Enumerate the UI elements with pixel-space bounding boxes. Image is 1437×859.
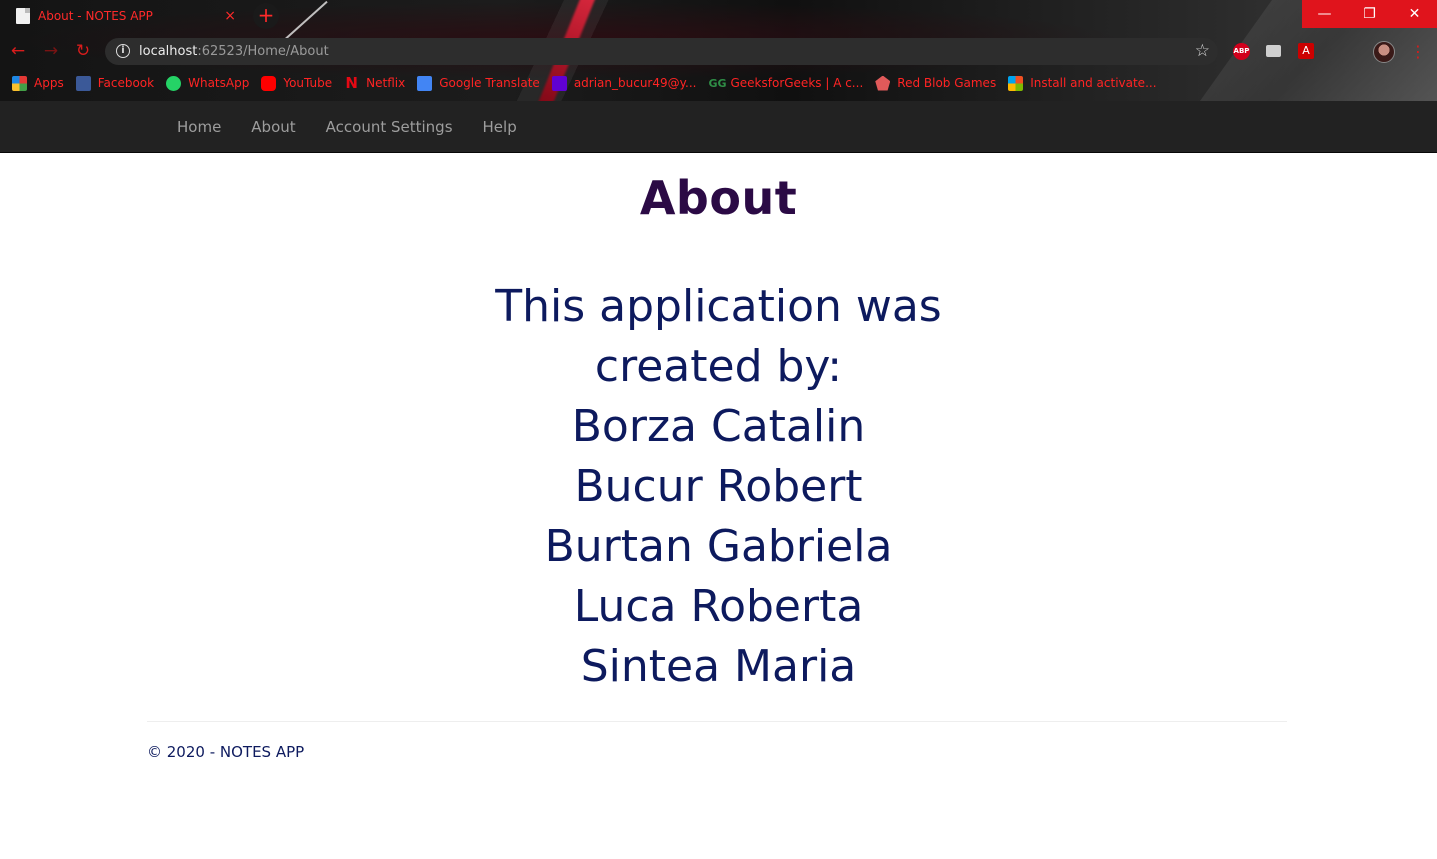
author-name: Borza Catalin bbox=[571, 401, 866, 452]
tab-title: About - NOTES APP bbox=[38, 9, 153, 23]
minimize-button[interactable]: — bbox=[1302, 0, 1347, 28]
bookmark-label: Red Blob Games bbox=[897, 76, 997, 90]
credits-line: This application was bbox=[495, 281, 942, 332]
credits-text: This application was created by: Borza C… bbox=[0, 277, 1437, 697]
bookmark-star-icon[interactable]: ☆ bbox=[1195, 41, 1210, 61]
facebook-icon bbox=[75, 75, 91, 91]
pdf-extension-icon[interactable]: A bbox=[1298, 43, 1314, 59]
close-window-button[interactable]: ✕ bbox=[1392, 0, 1437, 28]
google-translate-icon bbox=[417, 75, 433, 91]
bookmark-netflix[interactable]: N Netflix bbox=[344, 73, 406, 92]
bookmark-label: adrian_bucur49@y... bbox=[573, 76, 697, 90]
yahoo-mail-icon bbox=[551, 75, 567, 91]
page-icon bbox=[16, 8, 30, 24]
bookmark-apps[interactable]: Apps bbox=[12, 75, 64, 91]
bookmark-google-translate[interactable]: Google Translate bbox=[417, 75, 540, 91]
reload-icon[interactable]: ↻ bbox=[73, 41, 93, 61]
profile-avatar[interactable] bbox=[1373, 41, 1395, 63]
bookmark-install-activate[interactable]: Install and activate... bbox=[1008, 75, 1157, 91]
tab-close-icon[interactable]: × bbox=[224, 8, 236, 24]
bookmark-label: Netflix bbox=[366, 76, 406, 90]
site-info-icon[interactable]: i bbox=[116, 44, 130, 58]
back-arrow-icon[interactable]: ← bbox=[8, 41, 28, 61]
nav-home[interactable]: Home bbox=[162, 101, 236, 153]
printer-icon[interactable] bbox=[1266, 45, 1281, 57]
microsoft-icon bbox=[1008, 75, 1024, 91]
bookmark-whatsapp[interactable]: WhatsApp bbox=[166, 75, 250, 91]
footer-text: © 2020 - NOTES APP bbox=[147, 743, 305, 761]
author-name: Bucur Robert bbox=[574, 461, 863, 512]
nav-help[interactable]: Help bbox=[468, 101, 532, 153]
browser-menu-icon[interactable]: ⋮ bbox=[1410, 42, 1426, 61]
youtube-icon bbox=[261, 75, 277, 91]
nav-about[interactable]: About bbox=[236, 101, 310, 153]
bookmark-geeksforgeeks[interactable]: GG GeeksforGeeks | A c... bbox=[708, 76, 863, 91]
footer-divider bbox=[147, 721, 1287, 722]
url-path: :62523/Home/About bbox=[197, 44, 329, 59]
url-host: localhost bbox=[139, 44, 198, 59]
bookmark-label: Google Translate bbox=[439, 76, 540, 90]
bookmark-label: YouTube bbox=[283, 76, 333, 90]
browser-toolbar: ← → ↻ i localhost:62523/Home/About ☆ ABP… bbox=[0, 35, 1437, 67]
bookmark-red-blob-games[interactable]: Red Blob Games bbox=[875, 75, 997, 91]
credits-line: created by: bbox=[594, 341, 843, 392]
address-bar[interactable]: i localhost:62523/Home/About ☆ bbox=[105, 38, 1218, 65]
bookmark-label: Install and activate... bbox=[1030, 76, 1157, 90]
bookmark-label: WhatsApp bbox=[188, 76, 250, 90]
author-name: Burtan Gabriela bbox=[544, 521, 893, 572]
new-tab-button[interactable]: + bbox=[253, 3, 279, 29]
bookmarks-bar: Apps Facebook WhatsApp YouTube N Netflix … bbox=[0, 71, 1437, 95]
author-name: Luca Roberta bbox=[573, 581, 864, 632]
geeksforgeeks-icon: GG bbox=[708, 76, 727, 90]
bookmark-label: Apps bbox=[34, 76, 64, 90]
bookmark-yahoo-mail[interactable]: adrian_bucur49@y... bbox=[551, 75, 697, 91]
whatsapp-icon bbox=[166, 75, 182, 91]
browser-chrome: About - NOTES APP × + — ❐ ✕ ← → ↻ i loca… bbox=[0, 0, 1437, 101]
page-title: About bbox=[639, 171, 798, 225]
adblock-plus-icon[interactable]: ABP bbox=[1233, 43, 1250, 60]
author-name: Sintea Maria bbox=[580, 641, 857, 692]
window-controls: — ❐ ✕ bbox=[1302, 0, 1437, 28]
forward-arrow-icon[interactable]: → bbox=[41, 41, 61, 61]
apps-icon bbox=[12, 75, 27, 91]
red-blob-games-icon bbox=[875, 75, 891, 91]
nav-account-settings[interactable]: Account Settings bbox=[311, 101, 468, 153]
netflix-icon: N bbox=[345, 73, 358, 92]
restore-button[interactable]: ❐ bbox=[1347, 0, 1392, 28]
bookmark-label: GeeksforGeeks | A c... bbox=[730, 76, 864, 90]
nav-list: Home About Account Settings Help bbox=[162, 101, 532, 153]
browser-tab[interactable]: About - NOTES APP × bbox=[8, 2, 244, 30]
bookmark-facebook[interactable]: Facebook bbox=[75, 75, 155, 91]
site-navbar: Home About Account Settings Help bbox=[0, 101, 1437, 153]
bookmark-youtube[interactable]: YouTube bbox=[261, 75, 333, 91]
bookmark-label: Facebook bbox=[97, 76, 155, 90]
url-text[interactable]: localhost:62523/Home/About bbox=[139, 44, 329, 59]
